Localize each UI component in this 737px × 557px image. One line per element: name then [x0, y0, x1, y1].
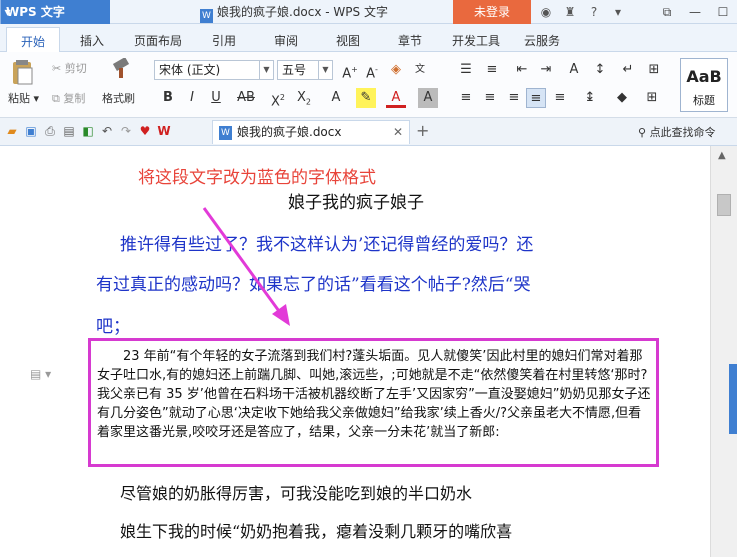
word-doc-icon: W	[219, 126, 232, 140]
new-tab-icon[interactable]: +	[416, 121, 429, 140]
title-bar: WPS 文字 ▾ W 娘我的疯子娘.docx - WPS 文字 未登录 ◉ ♜ ?…	[0, 0, 737, 24]
superscript-button[interactable]: X2	[268, 88, 288, 109]
grow-font-button[interactable]: A+	[340, 60, 360, 81]
bullets-icon[interactable]: ☰	[456, 60, 476, 80]
align-left-icon[interactable]: ≡	[456, 88, 476, 108]
shading-icon[interactable]: ◆	[612, 88, 632, 108]
tab-stops-icon[interactable]: ⊞	[644, 60, 664, 80]
char-shading-button[interactable]: A	[418, 88, 438, 108]
clear-format-icon[interactable]: ◈	[386, 60, 406, 80]
copy-button[interactable]: ⧉ 复制	[52, 90, 85, 106]
font-size-select[interactable]: 五号 ▼	[277, 60, 333, 80]
save-icon[interactable]: ▣	[23, 123, 39, 139]
decrease-indent-icon[interactable]: ⇤	[512, 60, 532, 80]
increase-indent-icon[interactable]: ⇥	[536, 60, 556, 80]
font-name-select[interactable]: 宋体 (正文) ▼	[154, 60, 274, 80]
style-gallery[interactable]: AaB 标题	[680, 58, 728, 112]
underline-button[interactable]: U	[206, 88, 226, 108]
wps-logo-icon[interactable]: W	[156, 123, 172, 139]
shrink-font-button[interactable]: A-	[362, 60, 382, 81]
format-painter-button[interactable]: 格式刷	[102, 90, 135, 106]
restore-window-icon[interactable]: ⧉	[653, 0, 681, 24]
app-name: WPS 文字	[6, 5, 65, 19]
tab-section[interactable]: 章节	[398, 32, 422, 49]
borders-icon[interactable]: ⊞	[642, 88, 662, 108]
print-preview-icon[interactable]: ▤	[61, 123, 77, 139]
dropdown-icon[interactable]: ▾	[608, 5, 628, 19]
wps-menu-button[interactable]: WPS 文字 ▾	[0, 0, 110, 24]
vertical-scrollbar[interactable]: ▲	[710, 146, 737, 557]
search-icon: ⚲	[638, 126, 647, 139]
tab-view[interactable]: 视图	[336, 32, 360, 49]
font-color-button[interactable]: A	[386, 88, 406, 108]
distributed-icon[interactable]: ≡	[550, 88, 570, 108]
tab-home[interactable]: 开始	[6, 27, 61, 53]
quick-access-icons: ▰ ▣ ⎙ ▤ ◧ ↶ ↷ ♥ W	[4, 123, 172, 139]
subscript-button[interactable]: X2	[294, 88, 314, 108]
help-icon[interactable]: ?	[584, 5, 604, 19]
chevron-down-icon: ▼	[259, 61, 273, 79]
body-text-line: 尽管娘的奶胀得厉害，可我没能吃到娘的半口奶水	[120, 484, 473, 503]
maximize-icon[interactable]: ☐	[709, 0, 737, 24]
window-controls: ⧉ — ☐	[653, 0, 737, 24]
text-effect-button[interactable]: A	[326, 88, 346, 108]
ribbon-tabs: 开始 插入 页面布局 引用 审阅 视图 章节 开发工具 云服务	[0, 24, 737, 53]
undo-icon[interactable]: ↶	[99, 123, 115, 139]
quick-access-bar: ▰ ▣ ⎙ ▤ ◧ ↶ ↷ ♥ W W 娘我的疯子娘.docx ✕ + ⚲ 点此…	[0, 118, 737, 146]
side-panel-toggle[interactable]	[729, 364, 737, 434]
open-folder-icon[interactable]: ▰	[4, 123, 20, 139]
scroll-up-icon[interactable]: ▲	[718, 150, 726, 161]
italic-button[interactable]: I	[182, 88, 202, 108]
titlebar-tools: ◉ ♜ ? ▾	[536, 0, 628, 24]
font-options-icon[interactable]: A	[564, 60, 584, 80]
chevron-down-icon[interactable]: ▾	[0, 0, 14, 24]
ribbon-toolbar: 粘贴 ▾ ✂ 剪切 ⧉ 复制 格式刷 宋体 (正文) ▼ 五号 ▼ A+ A- ◈ …	[0, 52, 737, 118]
paste-icon[interactable]	[10, 58, 34, 86]
document-page[interactable]: 将这段文字改为蓝色的字体格式 娘子我的疯子娘子 推许得有些过了？我不这样认为’还…	[0, 146, 710, 557]
style-sample: AaB	[686, 67, 722, 86]
search-command-field[interactable]: ⚲ 点此查找命令	[638, 124, 716, 140]
justify-icon[interactable]: ≡	[526, 88, 546, 108]
bold-button[interactable]: B	[158, 88, 178, 108]
tab-references[interactable]: 引用	[212, 32, 236, 49]
tab-developer[interactable]: 开发工具	[452, 32, 500, 49]
close-icon[interactable]: ✕	[393, 121, 403, 143]
tab-review[interactable]: 审阅	[274, 32, 298, 49]
document-tab[interactable]: W 娘我的疯子娘.docx ✕	[212, 120, 410, 144]
window-title: W 娘我的疯子娘.docx - WPS 文字	[200, 0, 388, 24]
minimize-icon[interactable]: —	[681, 0, 709, 24]
body-text-line: 娘生下我的时候“奶奶抱着我，瘪着没剩几颗牙的嘴欣喜	[120, 522, 513, 541]
align-center-icon[interactable]: ≡	[480, 88, 500, 108]
paste-button[interactable]: 粘贴 ▾	[8, 90, 39, 106]
numbering-icon[interactable]: ≡	[482, 60, 502, 80]
skin-icon[interactable]: ◉	[536, 5, 556, 19]
format-painter-icon[interactable]	[110, 58, 132, 80]
tab-page-layout[interactable]: 页面布局	[134, 32, 182, 49]
paragraph-options-icon[interactable]: ▤ ▾	[30, 367, 51, 381]
word-doc-icon: W	[200, 9, 213, 23]
login-button[interactable]: 未登录	[453, 0, 531, 24]
tab-cloud[interactable]: 云服务	[524, 32, 560, 49]
highlight-button[interactable]: ✎	[356, 88, 376, 108]
sort-icon[interactable]: ↕	[590, 60, 610, 80]
print-icon[interactable]: ⎙	[42, 123, 58, 139]
chevron-down-icon: ▼	[318, 61, 332, 79]
selected-paragraph[interactable]: 23 年前“有个年轻的女子流落到我们村?蓬头垢面。见人就傻笑’因此村里的媳妇们常…	[97, 347, 653, 442]
scroll-thumb[interactable]	[717, 194, 731, 216]
tab-insert[interactable]: 插入	[80, 32, 104, 49]
align-right-icon[interactable]: ≡	[504, 88, 524, 108]
cut-button[interactable]: ✂ 剪切	[52, 60, 87, 76]
redo-icon[interactable]: ↷	[118, 123, 134, 139]
line-spacing-icon[interactable]: ↨	[580, 88, 600, 108]
show-marks-icon[interactable]: ↵	[618, 60, 638, 80]
style-label: 标题	[693, 94, 715, 107]
highlighted-paragraph-box: 23 年前“有个年轻的女子流落到我们村?蓬头垢面。见人就傻笑’因此村里的媳妇们常…	[88, 338, 659, 467]
export-pdf-icon[interactable]: ◧	[80, 123, 96, 139]
shirt-icon[interactable]: ♜	[560, 5, 580, 19]
strikethrough-button[interactable]: AB	[234, 88, 258, 108]
customize-icon[interactable]: ♥	[137, 123, 153, 139]
phonetic-guide-icon[interactable]: 文	[410, 60, 430, 80]
